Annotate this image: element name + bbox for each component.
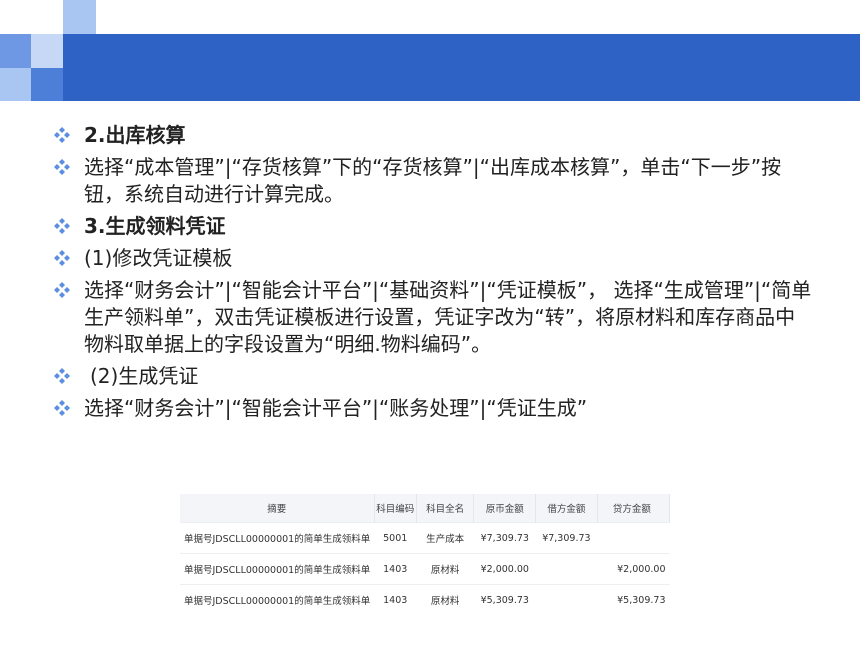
- bullet-item: 2.出库核算: [54, 122, 814, 149]
- header-band: [0, 34, 860, 101]
- diamond-bullet-icon: [54, 250, 70, 266]
- diamond-bullet-icon: [54, 159, 70, 175]
- bullet-text: 3.生成领料凭证: [84, 214, 226, 238]
- bullet-item: (1)修改凭证模板: [54, 245, 814, 272]
- table-cell: [535, 553, 598, 585]
- table-row: 单据号JDSCLL00000001的简单生成领料单 1403 原材料 ¥5,30…: [180, 584, 670, 615]
- table-cell: 1403: [374, 553, 417, 585]
- table-cell: ¥5,309.73: [597, 584, 670, 615]
- table-cell: [597, 522, 670, 554]
- decor-square: [0, 0, 31, 34]
- table-cell: 原材料: [416, 553, 474, 585]
- table-cell: 单据号JDSCLL00000001的简单生成领料单: [180, 553, 375, 585]
- bullet-item: (2)生成凭证: [54, 363, 814, 390]
- bullet-item: 选择“成本管理”|“存货核算”下的“存货核算”|“出库成本核算”，单击“下一步”…: [54, 154, 814, 208]
- column-header: 科目编码: [374, 494, 417, 523]
- table-cell: ¥2,000.00: [473, 553, 536, 585]
- table-row: 单据号JDSCLL00000001的简单生成领料单 5001 生产成本 ¥7,3…: [180, 522, 670, 554]
- bullet-text: (2)生成凭证: [90, 364, 199, 388]
- table-cell: ¥2,000.00: [597, 553, 670, 585]
- decor-square: [31, 68, 63, 101]
- table-cell: 生产成本: [416, 522, 474, 554]
- decor-square: [31, 0, 63, 34]
- bullet-item: 选择“财务会计”|“智能会计平台”|“账务处理”|“凭证生成”: [54, 395, 814, 422]
- bullet-list: 2.出库核算 选择“成本管理”|“存货核算”下的“存货核算”|“出库成本核算”，…: [54, 122, 814, 427]
- table-cell: ¥7,309.73: [535, 522, 598, 554]
- decor-square: [63, 0, 96, 34]
- table-cell: 5001: [374, 522, 417, 554]
- column-header: 原币金额: [473, 494, 537, 523]
- diamond-bullet-icon: [54, 282, 70, 298]
- diamond-bullet-icon: [54, 127, 70, 143]
- decor-square: [0, 68, 31, 101]
- voucher-table: 摘要 科目编码 科目全名 原币金额 借方金额 贷方金额 单据号JDSCLL000…: [180, 494, 671, 615]
- table-row: 单据号JDSCLL00000001的简单生成领料单 1403 原材料 ¥2,00…: [180, 553, 670, 585]
- column-header: 摘要: [180, 494, 375, 523]
- bullet-text: 选择“成本管理”|“存货核算”下的“存货核算”|“出库成本核算”，单击“下一步”…: [84, 155, 782, 206]
- bullet-text: 2.出库核算: [84, 123, 186, 147]
- column-header: 借方金额: [535, 494, 598, 523]
- bullet-item: 选择“财务会计”|“智能会计平台”|“基础资料”|“凭证模板”， 选择“生成管理…: [54, 277, 814, 358]
- diamond-bullet-icon: [54, 400, 70, 416]
- bullet-text: 选择“财务会计”|“智能会计平台”|“账务处理”|“凭证生成”: [84, 396, 588, 420]
- table-header-row: 摘要 科目编码 科目全名 原币金额 借方金额 贷方金额: [180, 494, 671, 523]
- bullet-item: 3.生成领料凭证: [54, 213, 814, 240]
- decor-square: [0, 34, 31, 68]
- decor-square: [31, 34, 63, 68]
- diamond-bullet-icon: [54, 218, 70, 234]
- bullet-text: 选择“财务会计”|“智能会计平台”|“基础资料”|“凭证模板”， 选择“生成管理…: [84, 278, 812, 356]
- table-cell: 单据号JDSCLL00000001的简单生成领料单: [180, 522, 375, 554]
- table-cell: ¥7,309.73: [473, 522, 536, 554]
- table-cell: 单据号JDSCLL00000001的简单生成领料单: [180, 584, 375, 615]
- diamond-bullet-icon: [54, 368, 70, 384]
- column-header: 贷方金额: [597, 494, 671, 523]
- table-cell: ¥5,309.73: [473, 584, 536, 615]
- table-cell: 1403: [374, 584, 417, 615]
- table-cell: [535, 584, 598, 615]
- table-cell: 原材料: [416, 584, 474, 615]
- column-header: 科目全名: [416, 494, 475, 523]
- bullet-text: (1)修改凭证模板: [84, 246, 233, 270]
